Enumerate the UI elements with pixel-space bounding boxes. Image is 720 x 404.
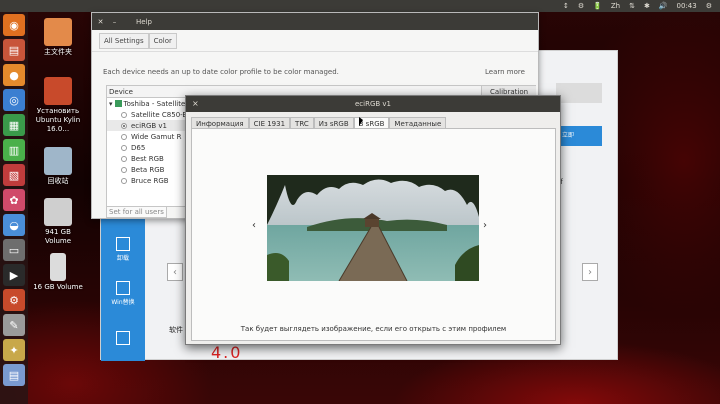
profile-radio[interactable] [121, 177, 127, 184]
profile-viewer-dialog: × eciRGB v1 Информация CIE 1931 TRC Из s… [185, 95, 561, 345]
desktop-icon-volume-16[interactable]: 16 GB Volume [31, 253, 85, 292]
folder-icon [44, 18, 72, 46]
color-settings-icon[interactable]: ✦ [3, 339, 25, 361]
software-center-icon[interactable]: ✿ [3, 189, 25, 211]
office-impress-icon[interactable]: ▧ [3, 164, 25, 186]
dialog-titlebar: × eciRGB v1 [186, 96, 560, 112]
desktop-icon-home[interactable]: 主文件夹 [31, 18, 85, 57]
preview-image-graphic [267, 175, 479, 281]
trash-icon [116, 237, 130, 251]
app-prev-button[interactable]: ‹ [167, 263, 183, 281]
mouse-cursor-icon [359, 117, 363, 126]
close-icon[interactable]: ✕ [96, 17, 105, 26]
software-label: 软件 [169, 326, 183, 334]
firefox-icon[interactable]: ● [3, 64, 25, 86]
profile-radio[interactable] [121, 111, 127, 118]
profile-radio[interactable] [121, 122, 127, 129]
disk-icon[interactable]: ▭ [3, 239, 25, 261]
desktop-icon-trash[interactable]: 回收站 [31, 147, 85, 186]
desktop-icon-volume-941[interactable]: 941 GB Volume [31, 198, 85, 246]
chromium-icon[interactable]: ◎ [3, 89, 25, 111]
settings-description: Each device needs an up to date color pr… [103, 68, 339, 76]
usb-drive-icon [50, 253, 66, 281]
text-editor-icon[interactable]: ✎ [3, 314, 25, 336]
download-icon [116, 331, 130, 345]
profile-radio[interactable] [121, 133, 127, 140]
input-method-indicator[interactable]: Zh [611, 0, 620, 12]
launcher: ◉ ▤ ● ◎ ▦ ▥ ▧ ✿ ◒ ▭ ▶ ⚙ ✎ ✦ ▤ [0, 12, 28, 404]
system-menu-icon[interactable]: ⚙ [706, 0, 712, 12]
system-settings-icon[interactable]: ⚙ [3, 289, 25, 311]
sidebar-item-download[interactable] [105, 331, 141, 347]
settings-indicator-icon[interactable]: ⚙ [578, 0, 584, 12]
drive-icon [44, 198, 72, 226]
clock[interactable]: 00:43 [677, 0, 697, 12]
bluetooth-icon[interactable]: ✱ [644, 0, 650, 12]
preview-caption: Так будет выглядеть изображение, если ег… [240, 325, 507, 333]
top-panel: ↕ ⚙ 🔋 Zh ⇅ ✱ 🔊 00:43 ⚙ [0, 0, 720, 12]
office-calc-icon[interactable]: ▥ [3, 139, 25, 161]
expander-icon[interactable]: ▾ [109, 100, 113, 108]
app-gray-button[interactable] [556, 83, 602, 103]
transfer-indicator-icon[interactable]: ⇅ [629, 0, 635, 12]
terminal-icon[interactable]: ▶ [3, 264, 25, 286]
breadcrumb: All Settings Color [92, 30, 538, 52]
crumb-all-settings[interactable]: All Settings [99, 32, 149, 49]
settings-menu-help[interactable]: Help [136, 18, 152, 26]
battery-icon[interactable]: 🔋 [593, 0, 602, 12]
office-writer-icon[interactable]: ▦ [3, 114, 25, 136]
volume-icon[interactable]: 🔊 [659, 0, 668, 12]
desktop-icon-installer[interactable]: Установить Ubuntu Kylin 16.0… [31, 77, 85, 134]
next-image-button[interactable]: › [483, 220, 487, 231]
display-icon [114, 100, 122, 107]
learn-more-link[interactable]: Learn more [485, 68, 525, 76]
profile-radio[interactable] [121, 166, 127, 173]
network-indicator-icon[interactable]: ↕ [563, 0, 569, 12]
workspaces-icon[interactable]: ▤ [3, 364, 25, 386]
windows-icon [116, 281, 130, 295]
close-icon[interactable]: × [192, 96, 199, 112]
crumb-color[interactable]: Color [148, 32, 177, 49]
files-icon[interactable]: ▤ [3, 39, 25, 61]
preview-image [267, 175, 479, 281]
trash-icon [44, 147, 72, 175]
profile-radio[interactable] [121, 155, 127, 162]
app-action-button[interactable]: 立即 [556, 126, 602, 146]
sidebar-item-uninstall[interactable]: 卸载 [105, 237, 141, 262]
settings-titlebar: ✕ – Help [92, 13, 538, 30]
dialog-title: eciRGB v1 [354, 100, 391, 108]
set-for-all-users-button[interactable]: Set for all users [106, 206, 167, 218]
dash-home-icon[interactable]: ◉ [3, 14, 25, 36]
installer-icon [44, 77, 72, 105]
prev-image-button[interactable]: ‹ [252, 220, 256, 231]
version-number: 4.0 [211, 343, 243, 362]
sidebar-item-win-replace[interactable]: Win替换 [105, 281, 141, 306]
minimize-icon[interactable]: – [110, 17, 119, 26]
drive-icon[interactable]: ◒ [3, 214, 25, 236]
preview-panel: ‹ › Так будет выглядеть изображение, есл… [191, 128, 556, 341]
profile-radio[interactable] [121, 144, 127, 151]
app-next-button[interactable]: › [582, 263, 598, 281]
